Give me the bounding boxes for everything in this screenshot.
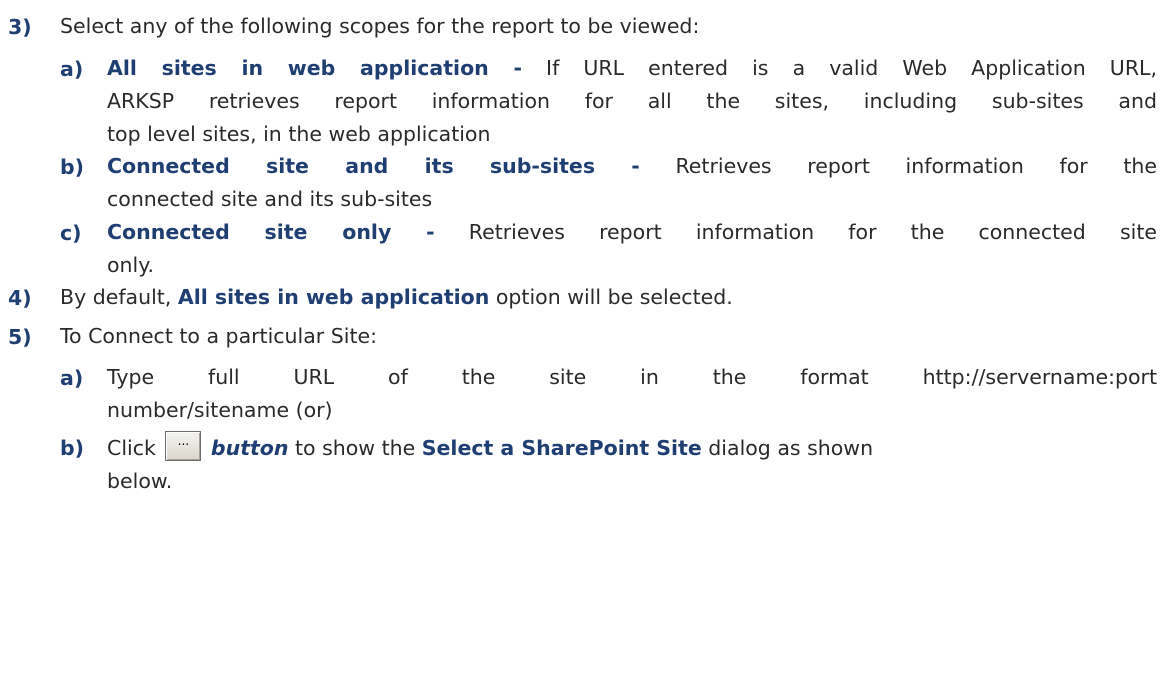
item-text: Select any of the following scopes for t… (60, 14, 700, 38)
item-number: 5) (8, 325, 32, 349)
default-option-name: All sites in web application (177, 285, 490, 309)
button-word: button (210, 436, 289, 460)
item-number: 3) (8, 15, 32, 39)
sub-item-letter: b) (60, 436, 85, 460)
item-text: To Connect to a particular Site: (60, 324, 378, 348)
sub-item-letter: a) (60, 57, 84, 81)
item-number: 4) (8, 286, 32, 310)
scope-heading: All sites in web application - (107, 56, 522, 80)
dialog-name: Select a SharePoint Site (421, 436, 702, 460)
scope-heading: Connected site and its sub-sites - (107, 154, 640, 178)
sub-item-letter: a) (60, 366, 84, 390)
document-page: 3) Select any of the following scopes fo… (0, 0, 1168, 693)
browse-ellipsis-icon: ... (165, 431, 202, 461)
scope-heading: Connected site only - (107, 220, 435, 244)
sub-item-letter: b) (60, 155, 85, 179)
sub-item-letter: c) (60, 221, 82, 245)
